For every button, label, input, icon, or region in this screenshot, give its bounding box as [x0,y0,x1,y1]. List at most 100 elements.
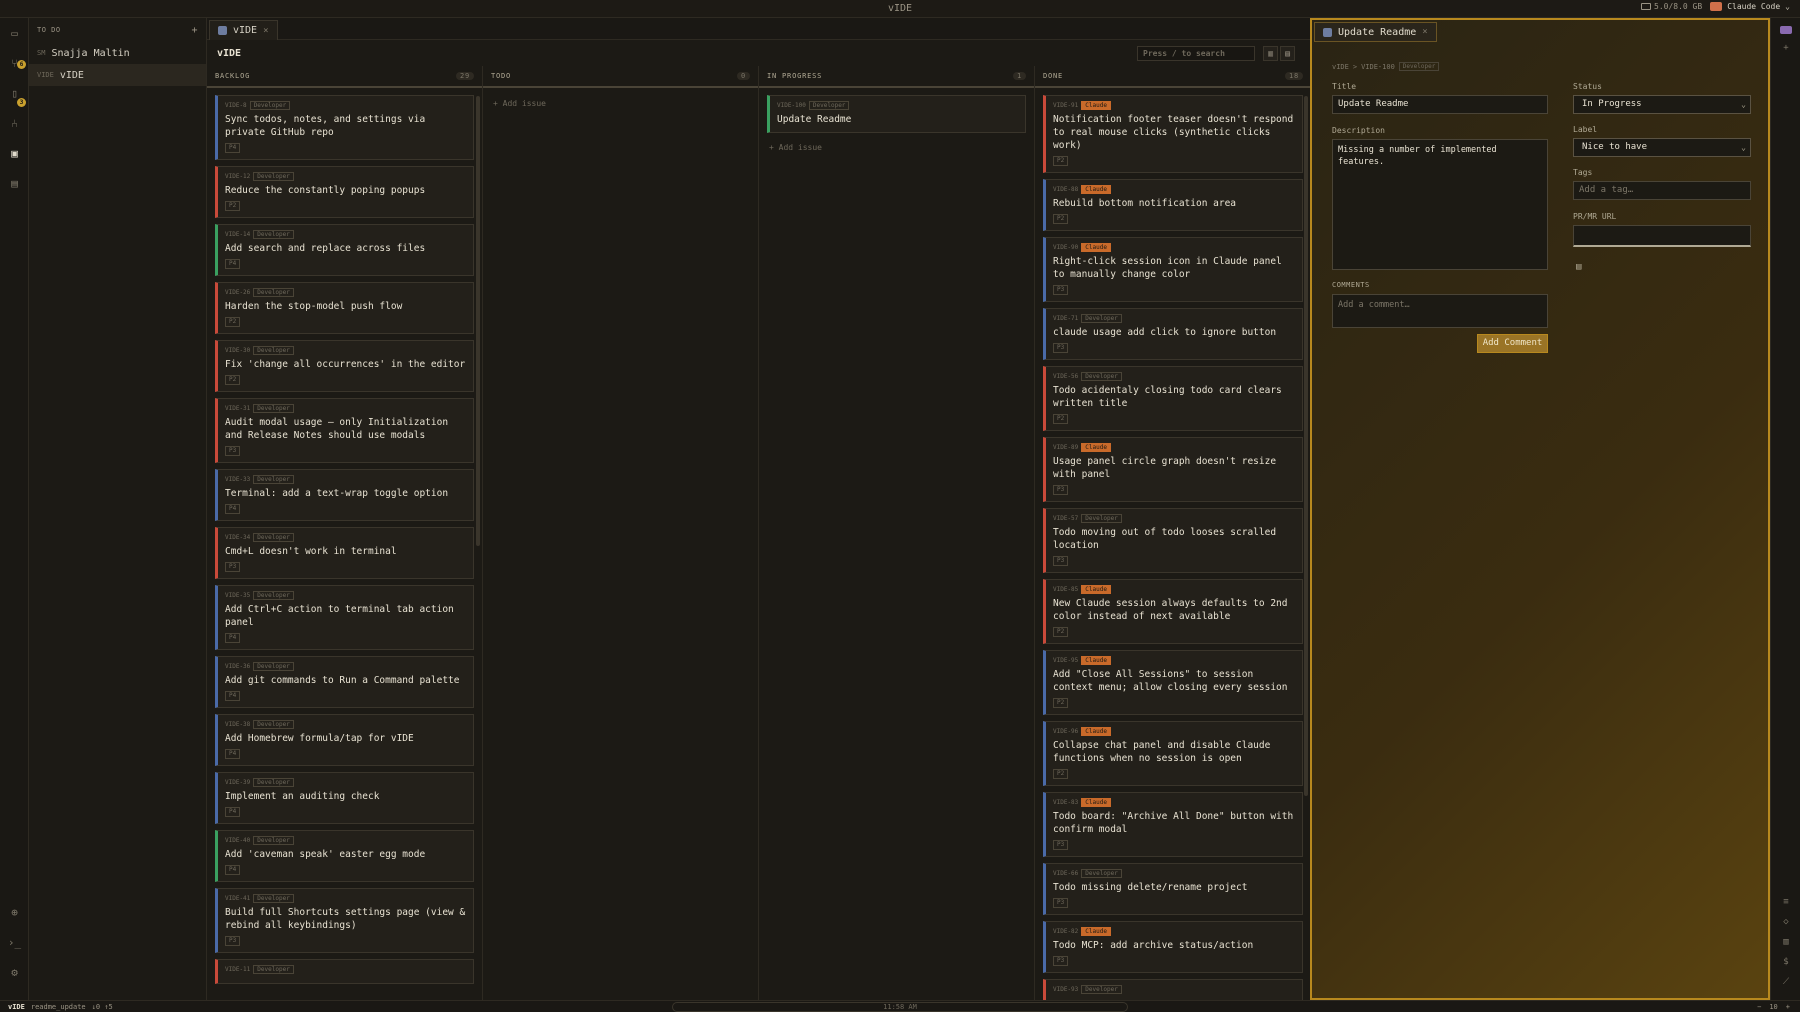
issue-tag: Developer [1081,372,1122,381]
issue-id: VIDE-39 [225,779,251,786]
issue-tag: Developer [253,475,294,484]
issue-id: VIDE-12 [225,173,251,180]
issue-card[interactable]: VIDE-66 Developer Todo missing delete/rena… [1043,863,1303,915]
todo-sidebar: TO DO + SM Snajja Maltin VIDE vIDE [29,18,207,1000]
pr-url-input[interactable] [1573,225,1751,247]
issue-card[interactable]: VIDE-56 Developer Todo acidentaly closing … [1043,366,1303,431]
sidebar-item-vide[interactable]: VIDE vIDE [29,64,206,86]
archive-icon[interactable]: ▤ [1576,262,1581,272]
issue-tag: Developer [253,836,294,845]
card-meta: VIDE-33 Developer [225,475,467,484]
issue-card[interactable]: VIDE-12 Developer Reduce the constantly po… [215,166,474,218]
issue-card[interactable]: VIDE-95 Claude Add "Close All Sessions" to… [1043,650,1303,715]
add-project-button[interactable]: + [191,25,198,36]
issue-card[interactable]: VIDE-96 Claude Collapse chat panel and dis… [1043,721,1303,786]
issue-card[interactable]: VIDE-57 Developer Todo moving out of todo … [1043,508,1303,573]
issue-card[interactable]: VIDE-90 Claude Right-click session icon in… [1043,237,1303,302]
status-label: Status [1573,82,1602,91]
issue-card[interactable]: VIDE-35 Developer Add Ctrl+C action to ter… [215,585,474,650]
branch-icon[interactable]: ⑃ [7,116,22,131]
terminal-icon[interactable]: ›_ [7,935,22,950]
priority-badge: P4 [225,143,241,153]
status-branch[interactable]: readme_update [31,1003,86,1011]
scrollbar[interactable] [1304,96,1308,796]
issue-card[interactable]: VIDE-36 Developer Add git commands to Run … [215,656,474,708]
zoom-in-button[interactable]: + [1786,1003,1790,1011]
issue-card[interactable]: VIDE-38 Developer Add Homebrew formula/tap… [215,714,474,766]
issue-card[interactable]: VIDE-14 Developer Add search and replace a… [215,224,474,276]
add-comment-button[interactable]: Add Comment [1477,334,1548,353]
activity-bar: ▭ ⑂ 6 ▯ 3 ⑃ ▣ ▤ ⊕ ›_ ⚙ [0,18,29,1000]
issue-card[interactable]: VIDE-82 Claude Todo MCP: add archive statu… [1043,921,1303,973]
gear-icon[interactable]: ⚙ [7,965,22,980]
issue-card[interactable]: VIDE-41 Developer Build full Shortcuts set… [215,888,474,953]
status-select[interactable]: In Progress ⌄ [1573,95,1751,114]
issue-card[interactable]: VIDE-93 Developer [1043,979,1303,1000]
issue-card[interactable]: VIDE-71 Developer claude usage add click t… [1043,308,1303,360]
todo-icon[interactable]: ▣ [7,146,22,161]
card-meta: VIDE-36 Developer [225,662,467,671]
issue-tag: Developer [253,533,294,542]
card-meta: VIDE-93 Developer [1053,985,1296,994]
session-icon[interactable] [1780,26,1792,34]
issue-card[interactable]: VIDE-30 Developer Fix 'change all occurren… [215,340,474,392]
card-meta: VIDE-83 Claude [1053,798,1296,807]
issue-id: VIDE-88 [1053,186,1079,193]
zoom-out-button[interactable]: − [1757,1003,1761,1011]
tab-update-readme[interactable]: Update Readme × [1314,22,1437,42]
issue-card[interactable]: VIDE-8 Developer Sync todos, notes, and se… [215,95,474,160]
tag-icon[interactable]: ◇ [1780,916,1792,928]
crumb-issue-id: VIDE-100 [1361,62,1395,71]
sidebar-item-snajja-maltin[interactable]: SM Snajja Maltin [29,42,206,64]
status-project[interactable]: vIDE [8,1003,25,1011]
trend-icon[interactable]: ⟋ [1780,976,1792,988]
title-input[interactable]: Update Readme [1332,95,1548,114]
add-issue-button[interactable]: + Add issue [491,95,750,112]
list-icon[interactable]: ≡ [1780,896,1792,908]
issue-title: Audit modal usage — only Initialization … [225,417,449,441]
card-meta: VIDE-41 Developer [225,894,467,903]
issue-card[interactable]: VIDE-91 Claude Notification footer teaser … [1043,95,1303,173]
close-icon[interactable]: × [263,26,268,36]
dollar-icon[interactable]: $ [1780,956,1792,968]
bar-chart-icon[interactable]: ▥ [1780,936,1792,948]
close-icon[interactable]: × [1422,27,1427,37]
issue-title: Collapse chat panel and disable Claude f… [1053,740,1271,764]
issue-card[interactable]: VIDE-100 Developer Update Readme [767,95,1026,133]
issue-card[interactable]: VIDE-89 Claude Usage panel circle graph do… [1043,437,1303,502]
issue-card[interactable]: VIDE-11 Developer [215,959,474,984]
board-view-icon[interactable]: ▥ [1263,46,1278,61]
issue-card[interactable]: VIDE-40 Developer Add 'caveman speak' east… [215,830,474,882]
issue-card[interactable]: VIDE-33 Developer Terminal: add a text-wra… [215,469,474,521]
issue-card[interactable]: VIDE-83 Claude Todo board: "Archive All Do… [1043,792,1303,857]
notification-footer[interactable]: 11:58 AM [672,1002,1128,1012]
issue-card[interactable]: VIDE-88 Claude Rebuild bottom notification… [1043,179,1303,231]
add-issue-button[interactable]: + Add issue [767,139,1026,156]
issue-title: Todo board: "Archive All Done" button wi… [1053,811,1294,835]
card-meta: VIDE-14 Developer [225,230,467,239]
label-select[interactable]: Nice to have ⌄ [1573,138,1751,157]
board-search-input[interactable]: Press / to search [1137,46,1255,61]
archive-view-icon[interactable]: ▤ [1280,46,1295,61]
comment-textarea[interactable]: Add a comment… [1332,294,1548,328]
notes-icon[interactable]: ▤ [7,176,22,191]
tags-input[interactable]: Add a tag… [1573,181,1751,200]
issue-card[interactable]: VIDE-39 Developer Implement an auditing ch… [215,772,474,824]
description-textarea[interactable]: Missing a number of implemented features… [1332,139,1548,270]
issue-card[interactable]: VIDE-26 Developer Harden the stop-model pu… [215,282,474,334]
issue-card[interactable]: VIDE-85 Claude New Claude session always d… [1043,579,1303,644]
project-prefix: SM [37,49,46,57]
crumb-project[interactable]: vIDE [1332,63,1349,71]
issue-card[interactable]: VIDE-31 Developer Audit modal usage — only… [215,398,474,463]
scrollbar[interactable] [476,96,480,546]
tab-vide[interactable]: vIDE × [209,20,278,40]
issue-tag: Developer [253,894,294,903]
files-icon[interactable]: ▭ [7,26,22,41]
priority-badge: P3 [1053,956,1069,966]
board-title: vIDE [217,47,242,59]
pr-url-label: PR/MR URL [1573,212,1617,221]
issue-card[interactable]: VIDE-34 Developer Cmd+L doesn't work in te… [215,527,474,579]
claude-code-button[interactable]: Claude Code ⌄ [1710,2,1790,11]
add-session-icon[interactable]: + [1780,42,1792,54]
globe-icon[interactable]: ⊕ [7,905,22,920]
